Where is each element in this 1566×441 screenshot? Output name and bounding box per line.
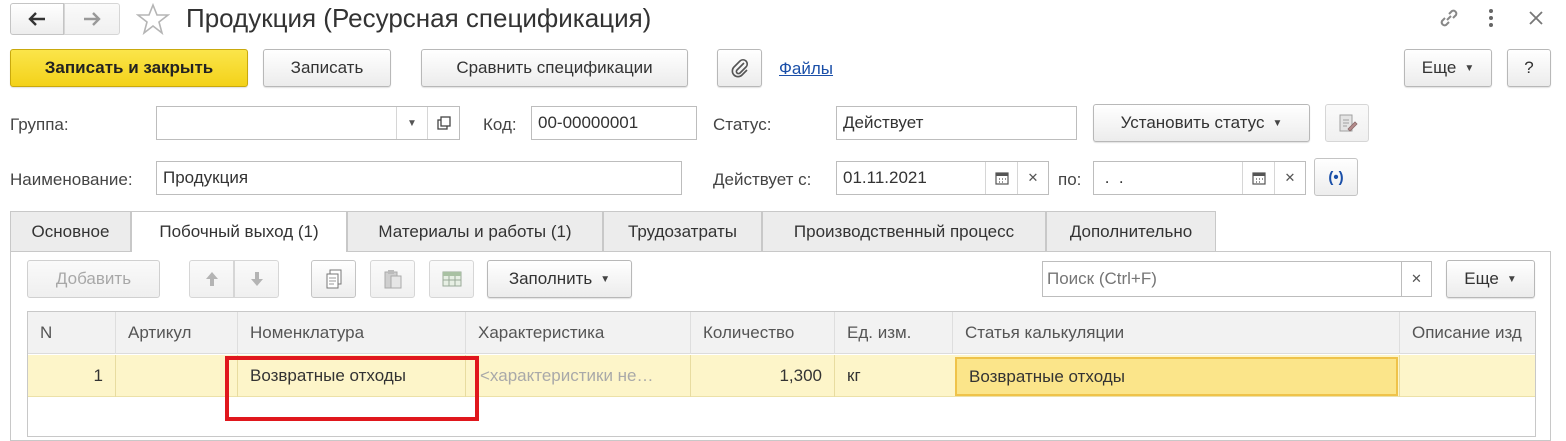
copy-button[interactable] xyxy=(311,260,356,298)
tab-labor[interactable]: Трудозатраты xyxy=(603,211,762,251)
valid-from-clear-button[interactable]: ✕ xyxy=(1017,162,1048,194)
caret-down-icon: ▼ xyxy=(407,117,417,129)
period-toggle-button[interactable]: (•) xyxy=(1314,158,1358,196)
tab-additional[interactable]: Дополнительно xyxy=(1046,211,1216,251)
code-label: Код: xyxy=(483,115,517,134)
col-header-nomenclature[interactable]: Номенклатура xyxy=(237,312,465,354)
arrow-up-icon xyxy=(205,272,218,286)
table-more-label: Еще xyxy=(1464,269,1499,288)
set-status-label: Установить статус xyxy=(1120,113,1265,132)
search-input[interactable] xyxy=(1042,261,1401,297)
clear-icon: ✕ xyxy=(1411,271,1422,286)
caret-down-icon: ▼ xyxy=(1464,62,1475,74)
col-header-quantity[interactable]: Количество xyxy=(690,312,834,354)
tab-process[interactable]: Производственный процесс xyxy=(762,211,1046,251)
open-window-icon xyxy=(436,116,451,130)
attach-button[interactable] xyxy=(717,49,762,87)
name-field[interactable]: Продукция xyxy=(156,161,682,195)
paste-button[interactable] xyxy=(370,260,415,298)
col-header-description[interactable]: Описание изд xyxy=(1399,312,1535,354)
name-value: Продукция xyxy=(163,168,249,187)
edit-document-button[interactable] xyxy=(1325,104,1369,142)
col-header-cost-item[interactable]: Статья калькуляции xyxy=(952,312,1399,354)
tab-main[interactable]: Основное xyxy=(10,211,131,251)
col-header-characteristic[interactable]: Характеристика xyxy=(465,312,690,354)
edit-document-icon xyxy=(1339,114,1358,132)
add-button[interactable]: Добавить xyxy=(27,260,160,298)
more-vertical-icon[interactable] xyxy=(1484,6,1498,30)
tab-byproduct[interactable]: Побочный выход (1) xyxy=(131,211,347,252)
cell-n[interactable]: 1 xyxy=(28,355,115,397)
period-icon: (•) xyxy=(1328,168,1344,186)
group-open-button[interactable] xyxy=(427,107,459,139)
compare-button[interactable]: Сравнить спецификации xyxy=(421,49,688,87)
valid-from-calendar-button[interactable] xyxy=(985,162,1017,194)
arrow-left-icon xyxy=(28,12,45,26)
forward-button[interactable] xyxy=(64,3,120,35)
arrow-right-icon xyxy=(84,12,101,26)
files-link[interactable]: Файлы xyxy=(779,59,833,79)
link-icon[interactable] xyxy=(1436,6,1462,30)
name-label: Наименование: xyxy=(10,170,133,189)
table-settings-button[interactable] xyxy=(429,260,474,298)
calendar-icon xyxy=(1251,172,1266,185)
clear-icon: ✕ xyxy=(1284,170,1296,185)
status-field: Действует xyxy=(836,106,1077,140)
paste-icon xyxy=(384,270,401,289)
valid-to-clear-button[interactable]: ✕ xyxy=(1274,162,1305,194)
back-button[interactable] xyxy=(10,3,64,35)
valid-to-value: . . xyxy=(1100,168,1124,187)
more-button-label: Еще xyxy=(1421,58,1457,77)
table-more-button[interactable]: Еще ▼ xyxy=(1446,260,1535,298)
group-dropdown-button[interactable]: ▼ xyxy=(396,107,427,139)
move-down-button[interactable] xyxy=(234,260,279,298)
cell-cost-item[interactable]: Возвратные отходы xyxy=(955,357,1398,396)
group-label: Группа: xyxy=(10,115,69,134)
star-icon[interactable] xyxy=(136,3,170,35)
fill-button-label: Заполнить xyxy=(508,269,593,288)
col-header-n[interactable]: N xyxy=(28,312,115,354)
calendar-icon xyxy=(994,172,1009,185)
arrow-down-icon xyxy=(250,272,263,286)
code-value: 00-00000001 xyxy=(538,113,639,132)
caret-down-icon: ▼ xyxy=(600,273,611,285)
cell-quantity[interactable]: 1,300 xyxy=(690,355,834,397)
to-label: по: xyxy=(1058,170,1082,189)
status-value: Действует xyxy=(843,113,924,132)
save-button[interactable]: Записать xyxy=(263,49,391,87)
col-header-article[interactable]: Артикул xyxy=(115,312,237,354)
copy-icon xyxy=(326,269,341,289)
clear-icon: ✕ xyxy=(1027,170,1039,185)
search-clear-button[interactable]: ✕ xyxy=(1401,261,1432,297)
more-button[interactable]: Еще ▼ xyxy=(1404,49,1492,87)
window-title: Продукция (Ресурсная спецификация) xyxy=(186,3,652,33)
cell-unit[interactable]: кг xyxy=(834,355,952,397)
cell-article[interactable] xyxy=(115,355,237,397)
col-header-unit[interactable]: Ед. изм. xyxy=(834,312,952,354)
paperclip-icon xyxy=(731,58,748,78)
valid-from-value: 01.11.2021 xyxy=(843,168,927,187)
fill-button[interactable]: Заполнить ▼ xyxy=(487,260,632,298)
table-icon xyxy=(442,271,461,287)
cell-characteristic[interactable]: <характеристики не… xyxy=(465,355,690,397)
caret-down-icon: ▼ xyxy=(1272,117,1283,129)
status-label: Статус: xyxy=(713,115,772,134)
set-status-button[interactable]: Установить статус ▼ xyxy=(1093,104,1310,142)
tab-materials[interactable]: Материалы и работы (1) xyxy=(347,211,603,251)
move-up-button[interactable] xyxy=(189,260,234,298)
highlight-frame xyxy=(225,356,479,421)
save-close-button[interactable]: Записать и закрыть xyxy=(10,49,248,87)
valid-to-calendar-button[interactable] xyxy=(1242,162,1274,194)
cell-description[interactable] xyxy=(1399,355,1535,397)
help-button[interactable]: ? xyxy=(1507,49,1551,87)
caret-down-icon: ▼ xyxy=(1506,273,1517,285)
close-icon[interactable] xyxy=(1526,8,1546,28)
valid-from-label: Действует с: xyxy=(713,170,812,189)
code-field[interactable]: 00-00000001 xyxy=(531,106,697,140)
